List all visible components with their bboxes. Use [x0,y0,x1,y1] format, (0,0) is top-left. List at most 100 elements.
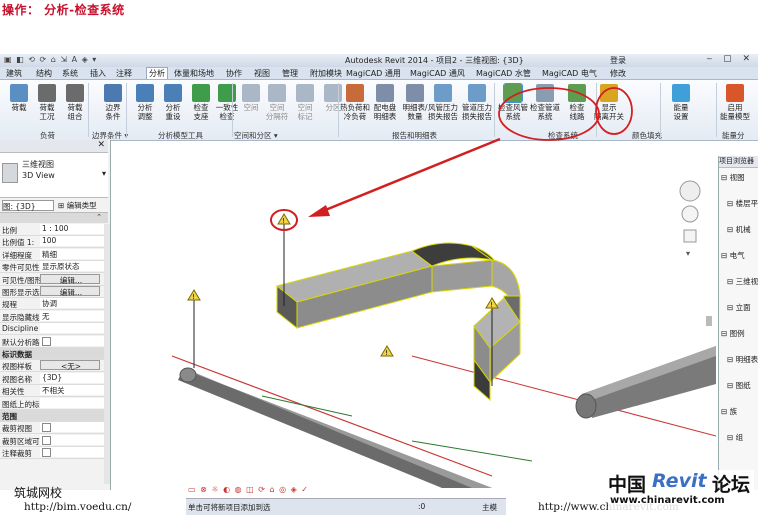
expand-icon[interactable]: ⊟ [727,199,736,208]
type-selector[interactable]: 三维视图 3D View ▾ [0,153,108,198]
round-pipe-left[interactable] [178,367,492,488]
property-button[interactable]: 编辑... [40,273,100,285]
tab-3[interactable]: 插入 [90,68,106,79]
checkbox[interactable] [42,448,51,458]
ribbon-button-13[interactable]: 配电盘 明细表 [370,84,400,121]
property-row[interactable]: 标识数据 [0,348,108,360]
expand-icon[interactable]: ⊟ [721,173,730,182]
warning-icon[interactable]: ! [380,345,394,357]
property-value[interactable] [40,335,104,346]
tab-13[interactable]: MagiCAD 水管 [476,68,531,79]
expand-icon[interactable]: ⊟ [727,381,736,390]
browser-item[interactable]: ⊟ 明细表 [727,354,758,365]
browser-item[interactable]: ⊟ 立面 [727,302,751,313]
expand-icon[interactable]: ⊟ [727,433,736,442]
expand-icon[interactable]: ⊟ [727,355,736,364]
warning-icon[interactable]: ! [485,297,499,309]
login-link[interactable]: 登录 [610,55,626,66]
browser-item[interactable]: ⊟ 图纸 [727,380,751,391]
ribbon-button-19[interactable]: 检查 线路 [562,84,592,121]
tab-5[interactable]: 分析 [146,67,168,79]
view-cube[interactable]: ▾ [679,180,701,258]
window-controls[interactable]: ‒ ▢ ✕ [707,54,755,64]
ribbon-button-5[interactable]: 分析 重设 [158,84,188,121]
checkbox[interactable] [42,336,51,346]
expand-icon[interactable]: ⊟ [721,407,730,416]
ribbon-button-3[interactable]: 边界 条件 [98,84,128,121]
tab-10[interactable]: 附加模块 [310,68,342,79]
group-header-graphics[interactable]: ⌃ [0,213,108,223]
property-button[interactable]: 编辑... [40,286,100,297]
round-pipe-right[interactable] [575,346,716,419]
rect-duct-system[interactable] [275,242,521,402]
browser-item[interactable]: ⊟ 电气 [721,250,745,261]
ribbon-button-4[interactable]: 分析 调整 [130,84,160,121]
property-value: 无 [40,310,104,321]
browser-item[interactable]: ⊟ 楼层平面 [727,198,758,209]
expand-icon[interactable]: ⊟ [727,303,736,312]
ribbon-button-15[interactable]: 风管压力 损失报告 [428,84,458,121]
ribbon-button-9[interactable]: 空间 分隔符 [262,84,292,121]
ribbon-button-18[interactable]: 检查管道 系统 [530,84,560,121]
view-selector[interactable]: 图: {3D} [2,200,54,211]
active-model[interactable]: 主模 [482,502,497,513]
property-row[interactable]: 范围 [0,410,108,422]
property-button[interactable]: <无> [40,360,100,371]
type-name: 三维视图 [22,160,54,169]
ribbon-button-10[interactable]: 空间 标记 [290,84,320,121]
ribbon-button-17[interactable]: 检查风管 系统 [498,83,528,121]
warning-icon[interactable]: ! [187,289,201,301]
property-value[interactable] [40,422,104,433]
collapse-icon[interactable]: ⌃ [96,213,102,221]
tab-1[interactable]: 结构 [36,68,52,79]
tab-4[interactable]: 注释 [116,68,132,79]
ribbon-button-2[interactable]: 荷载 组合 [60,84,90,121]
close-icon[interactable]: ✕ [97,140,105,150]
ribbon-button-14[interactable]: 明细表/ 数量 [400,84,430,121]
edit-type-button[interactable]: ⊞ 编辑类型 [58,200,97,211]
tab-11[interactable]: MagiCAD 通用 [346,68,401,79]
expand-icon[interactable]: ⊟ [727,277,736,286]
property-value[interactable] [40,447,104,458]
tab-0[interactable]: 建筑 [6,68,22,79]
quick-access-toolbar[interactable]: ▣ ◧ ⟲ ⟳ ⌂ ⇲ A ◈ ▾ [4,55,97,64]
view-type-icon [2,163,18,183]
ribbon-group-label: 能量分 [722,131,745,140]
tab-7[interactable]: 协作 [226,68,242,79]
ribbon-button-20[interactable]: 显示 隔离开关 [594,84,624,121]
expand-icon[interactable]: ⊟ [721,329,730,338]
tab-9[interactable]: 管理 [282,68,298,79]
browser-item[interactable]: ⊟ 三维视图 [727,276,758,287]
checkbox[interactable] [42,435,51,445]
chevron-down-icon[interactable]: ▾ [102,169,106,178]
tab-12[interactable]: MagiCAD 通风 [410,68,465,79]
model-canvas[interactable]: ! ! ! ! ▾ [112,156,716,488]
tab-15[interactable]: 修改 [610,68,626,79]
property-value[interactable] [40,434,104,445]
tab-8[interactable]: 视图 [254,68,270,79]
ribbon-button-21[interactable]: 能量 设置 [666,84,696,121]
ribbon-separator [494,83,495,137]
browser-item[interactable]: ⊟ 机械 [727,224,751,235]
ribbon-button-12[interactable]: 热负荷和 冷负荷 [340,84,370,121]
expand-icon[interactable]: ⊟ [727,225,736,234]
tab-6[interactable]: 体量和场地 [174,68,214,79]
ribbon-button-0[interactable]: 荷载 [4,84,34,112]
ribbon-button-1[interactable]: 荷载 工况 [32,84,62,121]
tab-2[interactable]: 系统 [62,68,78,79]
browser-item[interactable]: ⊟ 族 [721,406,737,417]
tab-14[interactable]: MagiCAD 电气 [542,68,597,79]
ribbon-button-22[interactable]: 启用 能量模型 [720,84,750,121]
ribbon-button-16[interactable]: 管道压力 损失报告 [462,84,492,121]
view-control-bar[interactable]: ▭ ⊗ ☼ ◐ ◍ ◫ ⟳ ⌂ ◎ ◈ ✓ [188,485,309,494]
3d-viewport[interactable]: ! ! ! ! ▾ [112,156,716,488]
checkbox[interactable] [42,423,51,433]
browser-item[interactable]: ⊟ 视图 [721,172,745,183]
expand-icon[interactable]: ⊟ [721,251,730,260]
browser-title: 项目浏览器 [719,156,758,168]
ribbon-separator [716,83,717,137]
properties-scrollbar[interactable] [104,224,110,484]
browser-item[interactable]: ⊟ 图例 [721,328,745,339]
browser-item[interactable]: ⊟ 组 [727,432,743,443]
warning-icon[interactable]: ! [277,213,291,225]
